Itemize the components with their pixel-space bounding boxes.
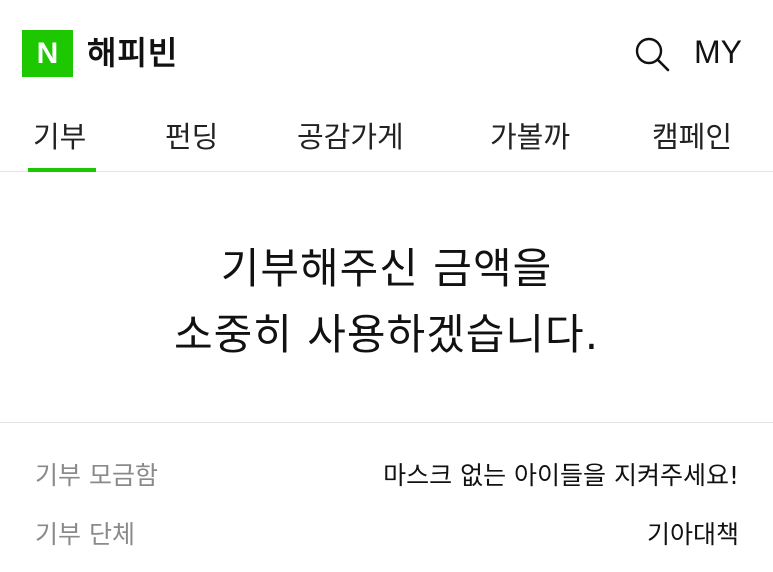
service-name[interactable]: 해피빈: [87, 28, 178, 74]
thank-you-message: 기부해주신 금액을 소중히 사용하겠습니다.: [0, 173, 773, 423]
search-icon: [635, 37, 670, 72]
donation-box-value[interactable]: 마스크 없는 아이들을 지켜주세요!: [383, 456, 739, 492]
tab-funding[interactable]: 펀딩: [165, 114, 218, 156]
naver-logo[interactable]: N: [22, 30, 73, 77]
tab-store[interactable]: 공감가게: [297, 114, 404, 156]
my-page-button[interactable]: MY: [694, 34, 742, 71]
donation-org-value[interactable]: 기아대책: [647, 515, 739, 551]
header: N 해피빈 MY: [0, 0, 773, 100]
message-line-2: 소중히 사용하겠습니다.: [173, 310, 600, 359]
active-tab-indicator: [28, 168, 96, 172]
tab-bar: 기부 펀딩 공감가게 가볼까 캠페인: [0, 100, 773, 172]
message-line-1: 기부해주신 금액을: [220, 244, 553, 293]
donation-box-label: 기부 모금함: [35, 461, 158, 490]
search-button[interactable]: [632, 34, 672, 74]
tab-donation[interactable]: 기부: [33, 114, 86, 156]
tab-explore[interactable]: 가볼까: [490, 114, 570, 156]
donation-org-row: 기부 단체 기아대책: [0, 515, 773, 565]
donation-org-label: 기부 단체: [35, 520, 135, 549]
tab-campaign[interactable]: 캠페인: [652, 114, 732, 156]
donation-box-row: 기부 모금함 마스크 없는 아이들을 지켜주세요!: [0, 456, 773, 506]
